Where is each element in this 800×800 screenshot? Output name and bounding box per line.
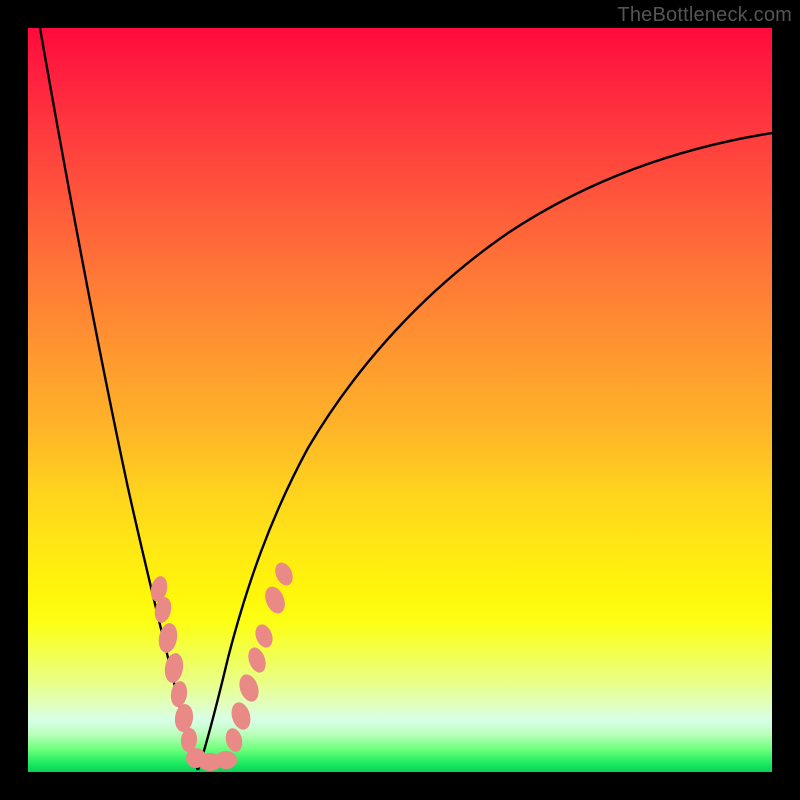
attribution-text: TheBottleneck.com	[617, 4, 792, 27]
plot-area	[28, 28, 772, 772]
chart-frame: TheBottleneck.com	[0, 0, 800, 800]
curve-right-branch	[198, 133, 772, 770]
curve-layer	[28, 28, 772, 772]
marker-group	[148, 560, 296, 771]
